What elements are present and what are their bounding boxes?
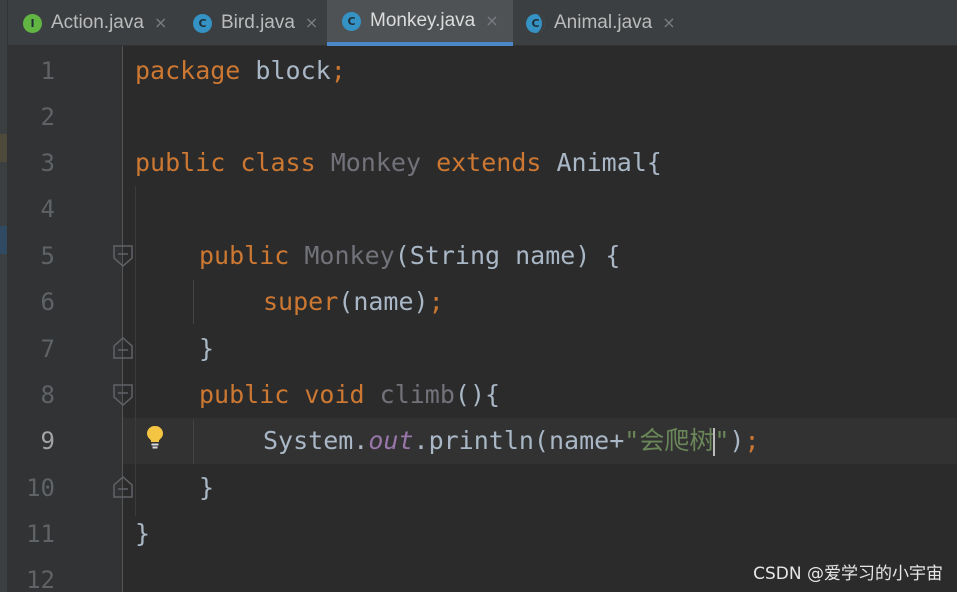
ide-window: I Action.java × C Bird.java × C Monkey.j… — [0, 0, 957, 592]
brace: } — [199, 473, 215, 502]
interface-icon: I — [23, 13, 42, 33]
code-line-6[interactable]: super(name); — [263, 279, 444, 325]
line-number: 4 — [40, 195, 55, 223]
code-line-5[interactable]: public Monkey(String name) { — [199, 233, 620, 279]
close-icon[interactable]: × — [485, 13, 498, 29]
watermark: CSDN @爱学习的小宇宙 — [753, 564, 943, 584]
package-name: block — [255, 56, 331, 85]
plus-operator: + — [609, 426, 625, 455]
system-class: System. — [263, 426, 369, 455]
line-number: 2 — [40, 103, 55, 131]
constructor-name: Monkey — [304, 241, 395, 270]
tab-label: Monkey.java — [370, 10, 476, 31]
keyword: public — [135, 148, 226, 177]
fold-close-icon[interactable] — [113, 476, 133, 498]
close-icon[interactable]: × — [305, 15, 318, 31]
close-icon[interactable]: × — [662, 15, 675, 31]
editor-tab-bar: I Action.java × C Bird.java × C Monkey.j… — [0, 0, 957, 46]
code-line-9[interactable]: System.out.println(name+"会爬树"); — [263, 418, 760, 464]
line-number: 5 — [40, 242, 55, 270]
strip-marker — [0, 134, 7, 162]
close-icon[interactable]: × — [154, 15, 167, 31]
indent-guide — [193, 420, 194, 464]
lightbulb-icon[interactable] — [145, 424, 165, 450]
println-call: .println( — [413, 426, 549, 455]
code-line-1[interactable]: package block; — [135, 48, 346, 94]
tab-label: Animal.java — [554, 12, 653, 33]
line-number: 8 — [40, 381, 55, 409]
indent-guide — [135, 186, 136, 516]
line-number-current: 9 — [40, 427, 55, 455]
fold-open-icon[interactable] — [113, 384, 133, 406]
tab-label: Action.java — [51, 12, 144, 33]
class-icon: C — [342, 11, 361, 31]
variable-name: name — [548, 426, 610, 455]
line-number: 11 — [26, 520, 55, 548]
tab-animal-java[interactable]: C Animal.java × — [518, 0, 684, 46]
keyword: package — [135, 56, 241, 85]
method-open: (){ — [454, 380, 501, 409]
static-field: out — [368, 426, 414, 455]
indent-guide — [193, 280, 194, 324]
semicolon: ; — [330, 56, 346, 85]
tab-monkey-java[interactable]: C Monkey.java × — [327, 0, 513, 46]
constructor-params: (String name) { — [394, 241, 621, 270]
tab-label: Bird.java — [221, 12, 295, 33]
keyword: class — [240, 148, 316, 177]
parent-class: Animal{ — [556, 148, 662, 177]
keyword: extends — [436, 148, 542, 177]
semicolon: ; — [744, 426, 760, 455]
line-number: 6 — [40, 288, 55, 316]
code-line-10[interactable]: } — [199, 465, 214, 511]
abstract-class-icon: C — [526, 13, 545, 33]
class-name: Monkey — [330, 148, 422, 177]
keyword: void — [304, 380, 365, 409]
keyword: public — [199, 241, 290, 270]
line-number: 10 — [26, 474, 55, 502]
close-paren: ) — [729, 426, 745, 455]
line-number: 3 — [40, 149, 55, 177]
code-line-3[interactable]: public class Monkey extends Animal{ — [135, 140, 662, 186]
keyword: super — [263, 287, 339, 316]
strip-marker — [0, 226, 7, 254]
semicolon: ; — [428, 287, 444, 316]
keyword: public — [199, 380, 290, 409]
line-number: 7 — [40, 335, 55, 363]
code-line-11[interactable]: } — [135, 511, 150, 557]
fold-close-icon[interactable] — [113, 337, 133, 359]
brace: } — [199, 334, 215, 363]
brace: } — [135, 519, 151, 548]
class-icon: C — [193, 13, 212, 33]
line-number: 1 — [40, 57, 55, 85]
code-line-7[interactable]: } — [199, 326, 214, 372]
string-literal: "会爬树 — [624, 426, 715, 455]
line-number: 12 — [26, 566, 55, 592]
tab-bird-java[interactable]: C Bird.java × — [185, 0, 326, 46]
tool-window-strip — [0, 0, 8, 592]
code-line-8[interactable]: public void climb(){ — [199, 372, 500, 418]
string-quote: " — [714, 426, 730, 455]
call-args: (name) — [338, 287, 429, 316]
tab-action-java[interactable]: I Action.java × — [15, 0, 175, 46]
code-editor[interactable] — [123, 46, 957, 592]
method-name: climb — [379, 380, 455, 409]
fold-open-icon[interactable] — [113, 245, 133, 267]
